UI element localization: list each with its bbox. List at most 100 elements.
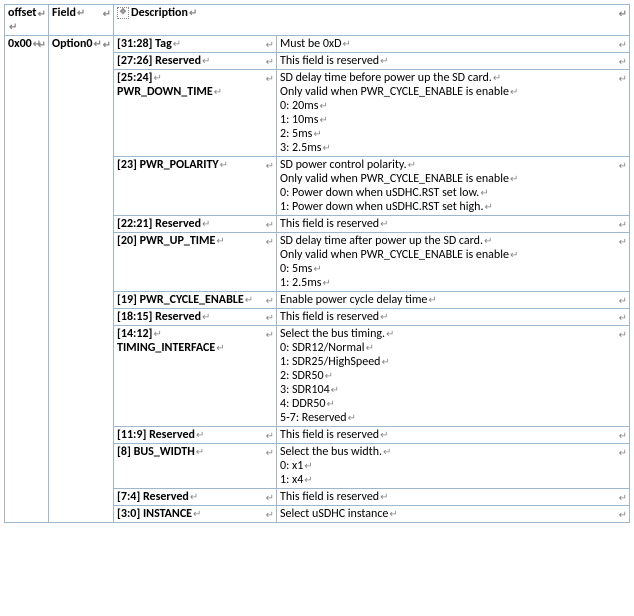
bitfield-cell: [3:0] INSTANCE↵↵ (114, 506, 277, 523)
description-line: 5-7: Reserved (280, 411, 347, 425)
paragraph-mark-icon: ↵ (304, 473, 312, 486)
paragraph-mark-icon: ↵ (322, 276, 330, 289)
paragraph-mark-icon: ↵ (343, 37, 351, 50)
paragraph-mark-icon: ↵ (9, 20, 17, 33)
bitfield-label: [23] PWR_POLARITY (117, 158, 219, 172)
cell-mark-icon: ↵ (266, 294, 274, 307)
paragraph-mark-icon: ↵ (173, 37, 181, 50)
cell-mark-icon: ↵ (619, 446, 627, 459)
bitfield-label: [20] PWR_UP_TIME (117, 234, 215, 248)
bitfield-cell: [18:15] Reserved↵↵ (114, 309, 277, 326)
cell-mark-icon: ↵ (38, 38, 46, 51)
cell-mark-icon: ↵ (103, 38, 111, 51)
description-line: This field is reserved (280, 428, 379, 442)
header-description: ✥Description↵ ↵ (114, 5, 630, 36)
description-cell: SD power control polarity.↵Only valid wh… (277, 157, 630, 216)
description-cell: Select uSDHC instance↵↵ (277, 506, 630, 523)
cell-mark-icon: ↵ (619, 218, 627, 231)
description-line: 2: SDR50 (280, 369, 324, 383)
paragraph-mark-icon: ↵ (510, 172, 518, 185)
description-cell: This field is reserved↵↵ (277, 53, 630, 70)
paragraph-mark-icon: ↵ (510, 85, 518, 98)
cell-mark-icon: ↵ (266, 235, 274, 248)
cell-mark-icon: ↵ (619, 328, 627, 341)
cell-mark-icon: ↵ (619, 38, 627, 51)
paragraph-mark-icon: ↵ (216, 234, 224, 247)
description-line: 0: SDR12/Normal (280, 341, 365, 355)
description-line: 0: x1 (280, 459, 303, 473)
paragraph-mark-icon: ↵ (153, 327, 161, 340)
description-cell: SD delay time before power up the SD car… (277, 70, 630, 157)
bitfield-label: [3:0] INSTANCE (117, 507, 192, 521)
description-line: SD delay time after power up the SD card… (280, 234, 483, 248)
bitfield-label: [31:28] Tag (117, 37, 172, 51)
cell-mark-icon: ↵ (266, 55, 274, 68)
description-line: Only valid when PWR_CYCLE_ENABLE is enab… (280, 85, 509, 99)
paragraph-mark-icon: ↵ (304, 459, 312, 472)
bitfield-cell: [20] PWR_UP_TIME↵↵ (114, 233, 277, 292)
paragraph-mark-icon: ↵ (319, 113, 327, 126)
paragraph-mark-icon: ↵ (331, 383, 339, 396)
cell-mark-icon: ↵ (619, 294, 627, 307)
offset-cell: 0x00↵↵ (5, 36, 49, 523)
cell-mark-icon: ↵ (266, 218, 274, 231)
description-line: 0: Power down when uSDHC.RST set low. (280, 186, 479, 200)
paragraph-mark-icon: ↵ (484, 234, 492, 247)
bitfield-label: [25:24] (117, 71, 152, 85)
paragraph-mark-icon: ↵ (153, 71, 161, 84)
bitfield-label: [19] PWR_CYCLE_ENABLE (117, 293, 244, 307)
paragraph-mark-icon: ↵ (366, 341, 374, 354)
description-cell: This field is reserved↵↵ (277, 427, 630, 444)
paragraph-mark-icon: ↵ (380, 490, 388, 503)
cell-mark-icon: ↵ (266, 159, 274, 172)
description-line: 1: SDR25/HighSpeed (280, 355, 380, 369)
paragraph-mark-icon: ↵ (196, 445, 204, 458)
bitfield-cell: [31:28] Tag↵↵ (114, 36, 277, 53)
cell-mark-icon: ↵ (619, 55, 627, 68)
cell-mark-icon: ↵ (266, 508, 274, 521)
description-line: This field is reserved (280, 310, 379, 324)
bitfield-cell: [14:12]↵TIMING_INTERFACE↵↵ (114, 326, 277, 427)
paragraph-mark-icon: ↵ (484, 200, 492, 213)
description-line: This field is reserved (280, 54, 379, 68)
description-line: 1: Power down when uSDHC.RST set high. (280, 200, 483, 214)
bitfield-cell: [23] PWR_POLARITY↵↵ (114, 157, 277, 216)
cell-mark-icon: ↵ (266, 446, 274, 459)
description-line: This field is reserved (280, 490, 379, 504)
description-cell: This field is reserved↵↵ (277, 216, 630, 233)
cell-mark-icon: ↵ (266, 491, 274, 504)
description-cell: This field is reserved↵↵ (277, 489, 630, 506)
paragraph-mark-icon: ↵ (480, 186, 488, 199)
paragraph-mark-icon: ↵ (348, 411, 356, 424)
paragraph-mark-icon: ↵ (77, 6, 85, 19)
paragraph-mark-icon: ↵ (322, 141, 330, 154)
cell-mark-icon: ↵ (619, 429, 627, 442)
header-description-label: Description (131, 6, 188, 20)
paragraph-mark-icon: ↵ (381, 355, 389, 368)
cell-mark-icon: ↵ (266, 429, 274, 442)
table-move-handle-icon[interactable]: ✥ (117, 7, 129, 19)
description-line: 1: 10ms (280, 113, 318, 127)
table-header-row: offset↵ ↵ Field↵ ↵ ✥Description↵ ↵ (5, 5, 630, 36)
description-line: Only valid when PWR_CYCLE_ENABLE is enab… (280, 172, 509, 186)
paragraph-mark-icon: ↵ (313, 262, 321, 275)
bitfield-label: [14:12] (117, 327, 152, 341)
bitfield-label: [11:9] Reserved (117, 428, 195, 442)
bitfield-label: [22:21] Reserved (117, 217, 201, 231)
paragraph-mark-icon: ↵ (493, 71, 501, 84)
paragraph-mark-icon: ↵ (326, 397, 334, 410)
paragraph-mark-icon: ↵ (189, 6, 197, 19)
cell-mark-icon: ↵ (619, 7, 627, 20)
description-cell: This field is reserved↵↵ (277, 309, 630, 326)
description-line: Select the bus width. (280, 445, 382, 459)
field-value: Option0 (52, 37, 93, 51)
description-line: 3: 2.5ms (280, 141, 321, 155)
description-line: 2: 5ms (280, 127, 312, 141)
description-line: SD power control polarity. (280, 158, 407, 172)
paragraph-mark-icon: ↵ (510, 248, 518, 261)
paragraph-mark-icon: ↵ (380, 217, 388, 230)
description-line: SD delay time before power up the SD car… (280, 71, 492, 85)
bitfield-label: [7:4] Reserved (117, 490, 189, 504)
description-cell: Must be 0xD↵↵ (277, 36, 630, 53)
description-line: Select the bus timing. (280, 327, 385, 341)
